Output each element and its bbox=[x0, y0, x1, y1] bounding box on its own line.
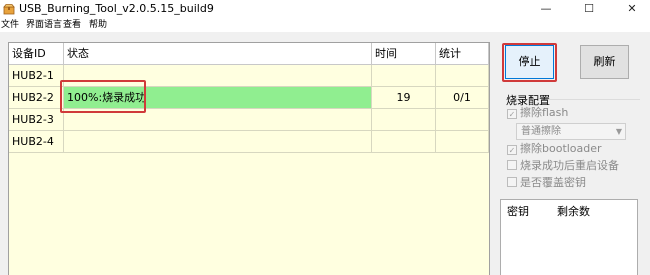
menu-help[interactable]: 帮助 bbox=[89, 19, 107, 31]
time-cell bbox=[372, 131, 436, 153]
erase-bootloader-option[interactable]: ✓ 擦除bootloader bbox=[507, 142, 602, 156]
count-cell bbox=[436, 109, 489, 131]
close-icon[interactable]: ✕ bbox=[612, 0, 650, 18]
column-header-status[interactable]: 状态 bbox=[64, 43, 372, 65]
table-header: 设备ID 状态 时间 统计 bbox=[9, 43, 489, 65]
erase-flash-label: 擦除flash bbox=[520, 106, 569, 119]
column-header-count[interactable]: 统计 bbox=[436, 43, 489, 65]
count-cell bbox=[436, 131, 489, 153]
menu-language[interactable]: 界面语言 bbox=[26, 19, 62, 31]
checkbox-checked-icon[interactable]: ✓ bbox=[507, 145, 517, 155]
maximize-icon[interactable]: ☐ bbox=[569, 0, 609, 18]
time-cell bbox=[372, 65, 436, 87]
device-table: 设备ID 状态 时间 统计 HUB2-1 HUB2-2 100%:烧录成功 19… bbox=[8, 42, 490, 275]
box-icon bbox=[3, 4, 15, 15]
table-row[interactable]: HUB2-4 bbox=[9, 131, 489, 153]
erase-mode-value: 普通擦除 bbox=[521, 126, 561, 137]
window-title: USB_Burning_Tool_v2.0.5.15_build9 bbox=[19, 2, 214, 15]
group-divider bbox=[548, 99, 640, 100]
column-header-remaining[interactable]: 剩余数 bbox=[557, 203, 590, 219]
checkbox-icon[interactable] bbox=[507, 160, 517, 170]
column-header-device-id[interactable]: 设备ID bbox=[9, 43, 64, 65]
count-cell: 0/1 bbox=[436, 87, 489, 109]
overwrite-key-label: 是否覆盖密钥 bbox=[520, 176, 586, 189]
minimize-icon[interactable]: — bbox=[526, 0, 566, 18]
erase-mode-select[interactable]: 普通擦除 ▼ bbox=[516, 123, 626, 140]
device-id-cell: HUB2-1 bbox=[9, 65, 64, 87]
column-header-time[interactable]: 时间 bbox=[372, 43, 436, 65]
overwrite-key-option[interactable]: 是否覆盖密钥 bbox=[507, 176, 586, 190]
checkbox-icon[interactable] bbox=[507, 177, 517, 187]
reboot-after-burn-label: 烧录成功后重启设备 bbox=[520, 159, 619, 172]
time-cell bbox=[372, 109, 436, 131]
erase-flash-option[interactable]: ✓ 擦除flash bbox=[507, 106, 568, 120]
time-cell: 19 bbox=[372, 87, 436, 109]
device-id-cell: HUB2-4 bbox=[9, 131, 64, 153]
column-header-key[interactable]: 密钥 bbox=[507, 203, 529, 219]
checkbox-checked-icon[interactable]: ✓ bbox=[507, 109, 517, 119]
status-highlight-box bbox=[60, 80, 146, 113]
erase-bootloader-label: 擦除bootloader bbox=[520, 142, 602, 155]
status-cell bbox=[64, 131, 372, 153]
key-table[interactable]: 密钥 剩余数 bbox=[500, 199, 638, 275]
reboot-after-burn-option[interactable]: 烧录成功后重启设备 bbox=[507, 159, 619, 173]
menu-view[interactable]: 查看 bbox=[63, 19, 81, 31]
device-id-cell: HUB2-3 bbox=[9, 109, 64, 131]
chevron-down-icon: ▼ bbox=[615, 127, 622, 136]
menu-file[interactable]: 文件 bbox=[1, 19, 19, 31]
stop-button[interactable]: 停止 bbox=[505, 45, 554, 79]
refresh-button[interactable]: 刷新 bbox=[580, 45, 629, 79]
count-cell bbox=[436, 65, 489, 87]
menu-bar: 文件 界面语言 查看 帮助 bbox=[0, 18, 650, 32]
title-bar: USB_Burning_Tool_v2.0.5.15_build9 — ☐ ✕ bbox=[0, 0, 650, 18]
device-id-cell: HUB2-2 bbox=[9, 87, 64, 109]
